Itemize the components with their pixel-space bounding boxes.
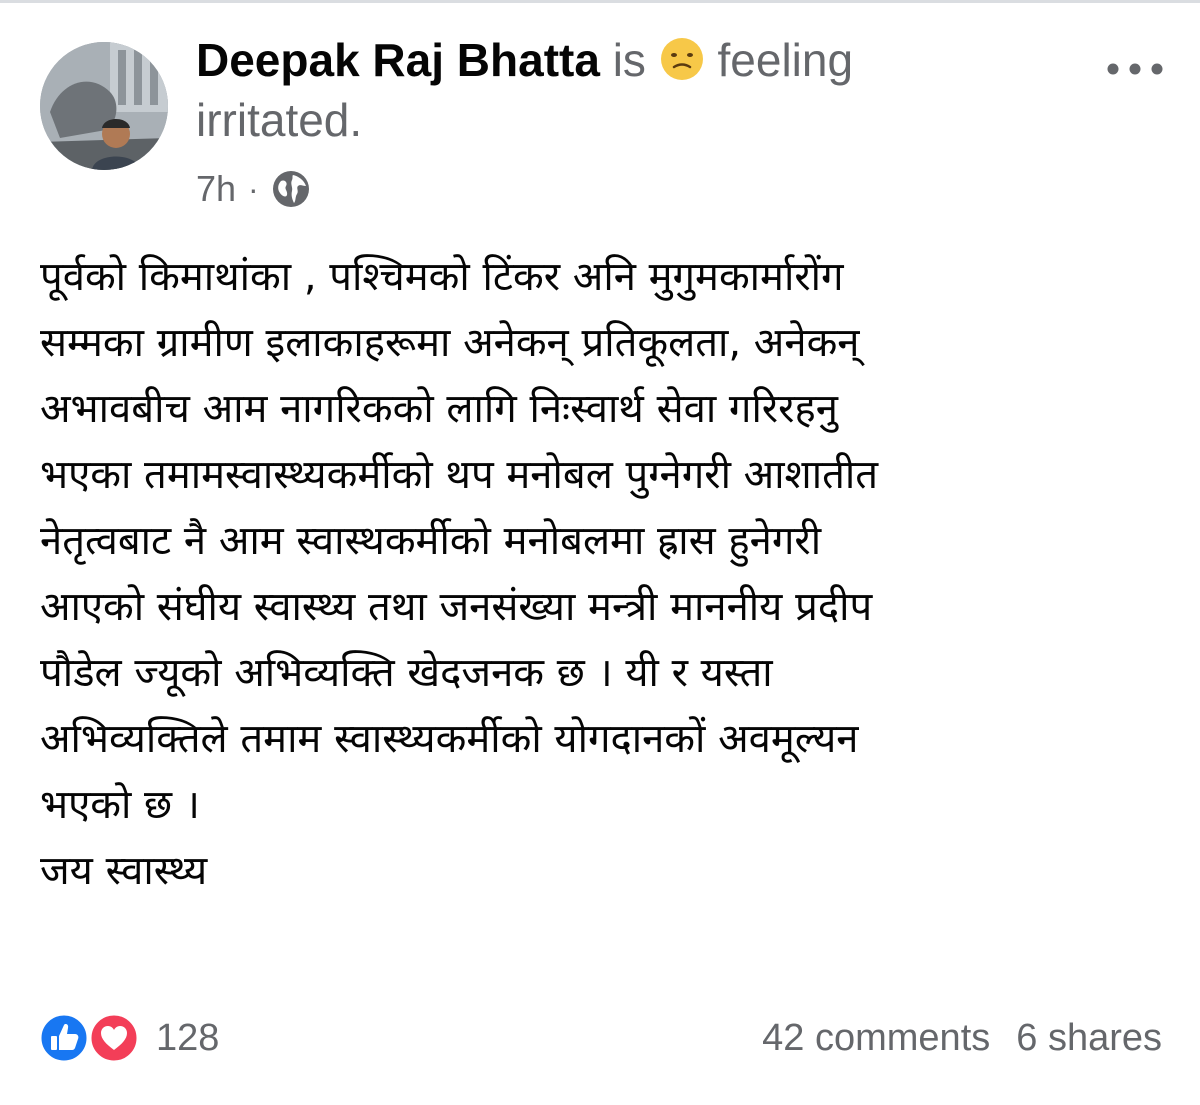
post-line: पूर्वको किमाथांका , पश्चिमको टिंकर अनि म… xyxy=(40,254,844,300)
love-icon xyxy=(88,1012,140,1064)
feeling-status[interactable]: irritated. xyxy=(196,94,362,146)
post-line: अभिव्यक्तिले तमाम स्वास्थ्यकर्मीको योगदा… xyxy=(40,716,859,762)
post-line: जय स्वास्थ्य xyxy=(40,848,208,894)
avatar-photo xyxy=(40,42,168,170)
reactions-summary[interactable]: 128 xyxy=(38,1012,219,1064)
is-word: is xyxy=(612,34,646,86)
post-body: पूर्वको किमाथांका , पश्चिमको टिंकर अनि म… xyxy=(40,244,1170,904)
author-avatar[interactable] xyxy=(40,42,168,170)
post-line: पौडेल ज्यूको अभिव्यक्ति खेदजनक छ । यी र … xyxy=(40,650,773,696)
irritated-face-emoji-icon xyxy=(660,38,703,80)
post-meta: 7h · xyxy=(196,164,311,214)
post-line: भएको छ । xyxy=(40,782,200,828)
post-header: Deepak Raj Bhatta is feeling irritated. xyxy=(196,30,996,150)
meta-separator: · xyxy=(248,170,259,207)
top-divider xyxy=(0,0,1200,3)
post-line: नेतृत्वबाट नै आम स्वास्थकर्मीको मनोबलमा … xyxy=(40,518,822,564)
reaction-icons xyxy=(38,1012,146,1064)
reaction-count: 128 xyxy=(156,1016,220,1059)
more-options-button[interactable] xyxy=(1100,54,1170,84)
engagement-stats: 42 comments 6 shares xyxy=(650,1010,1162,1066)
post-line: भएका तमामस्वास्थ्यकर्मीको थप मनोबल पुग्न… xyxy=(40,452,879,498)
post-timestamp[interactable]: 7h xyxy=(196,168,236,210)
globe-icon[interactable] xyxy=(271,169,311,209)
shares-count-link[interactable]: 6 shares xyxy=(1016,1017,1162,1059)
more-options-icon xyxy=(1107,63,1163,75)
post-line: सम्मका ग्रामीण इलाकाहरूमा अनेकन् प्रतिकू… xyxy=(40,320,860,366)
author-name[interactable]: Deepak Raj Bhatta xyxy=(196,34,600,86)
comments-count-link[interactable]: 42 comments xyxy=(762,1017,990,1059)
post-line: आएको संघीय स्वास्थ्य तथा जनसंख्या मन्त्र… xyxy=(40,584,873,630)
like-icon xyxy=(38,1012,90,1064)
post-line: अभावबीच आम नागरिकको लागि निःस्वार्थ सेवा… xyxy=(40,386,838,432)
feeling-prefix: feeling xyxy=(717,34,854,86)
